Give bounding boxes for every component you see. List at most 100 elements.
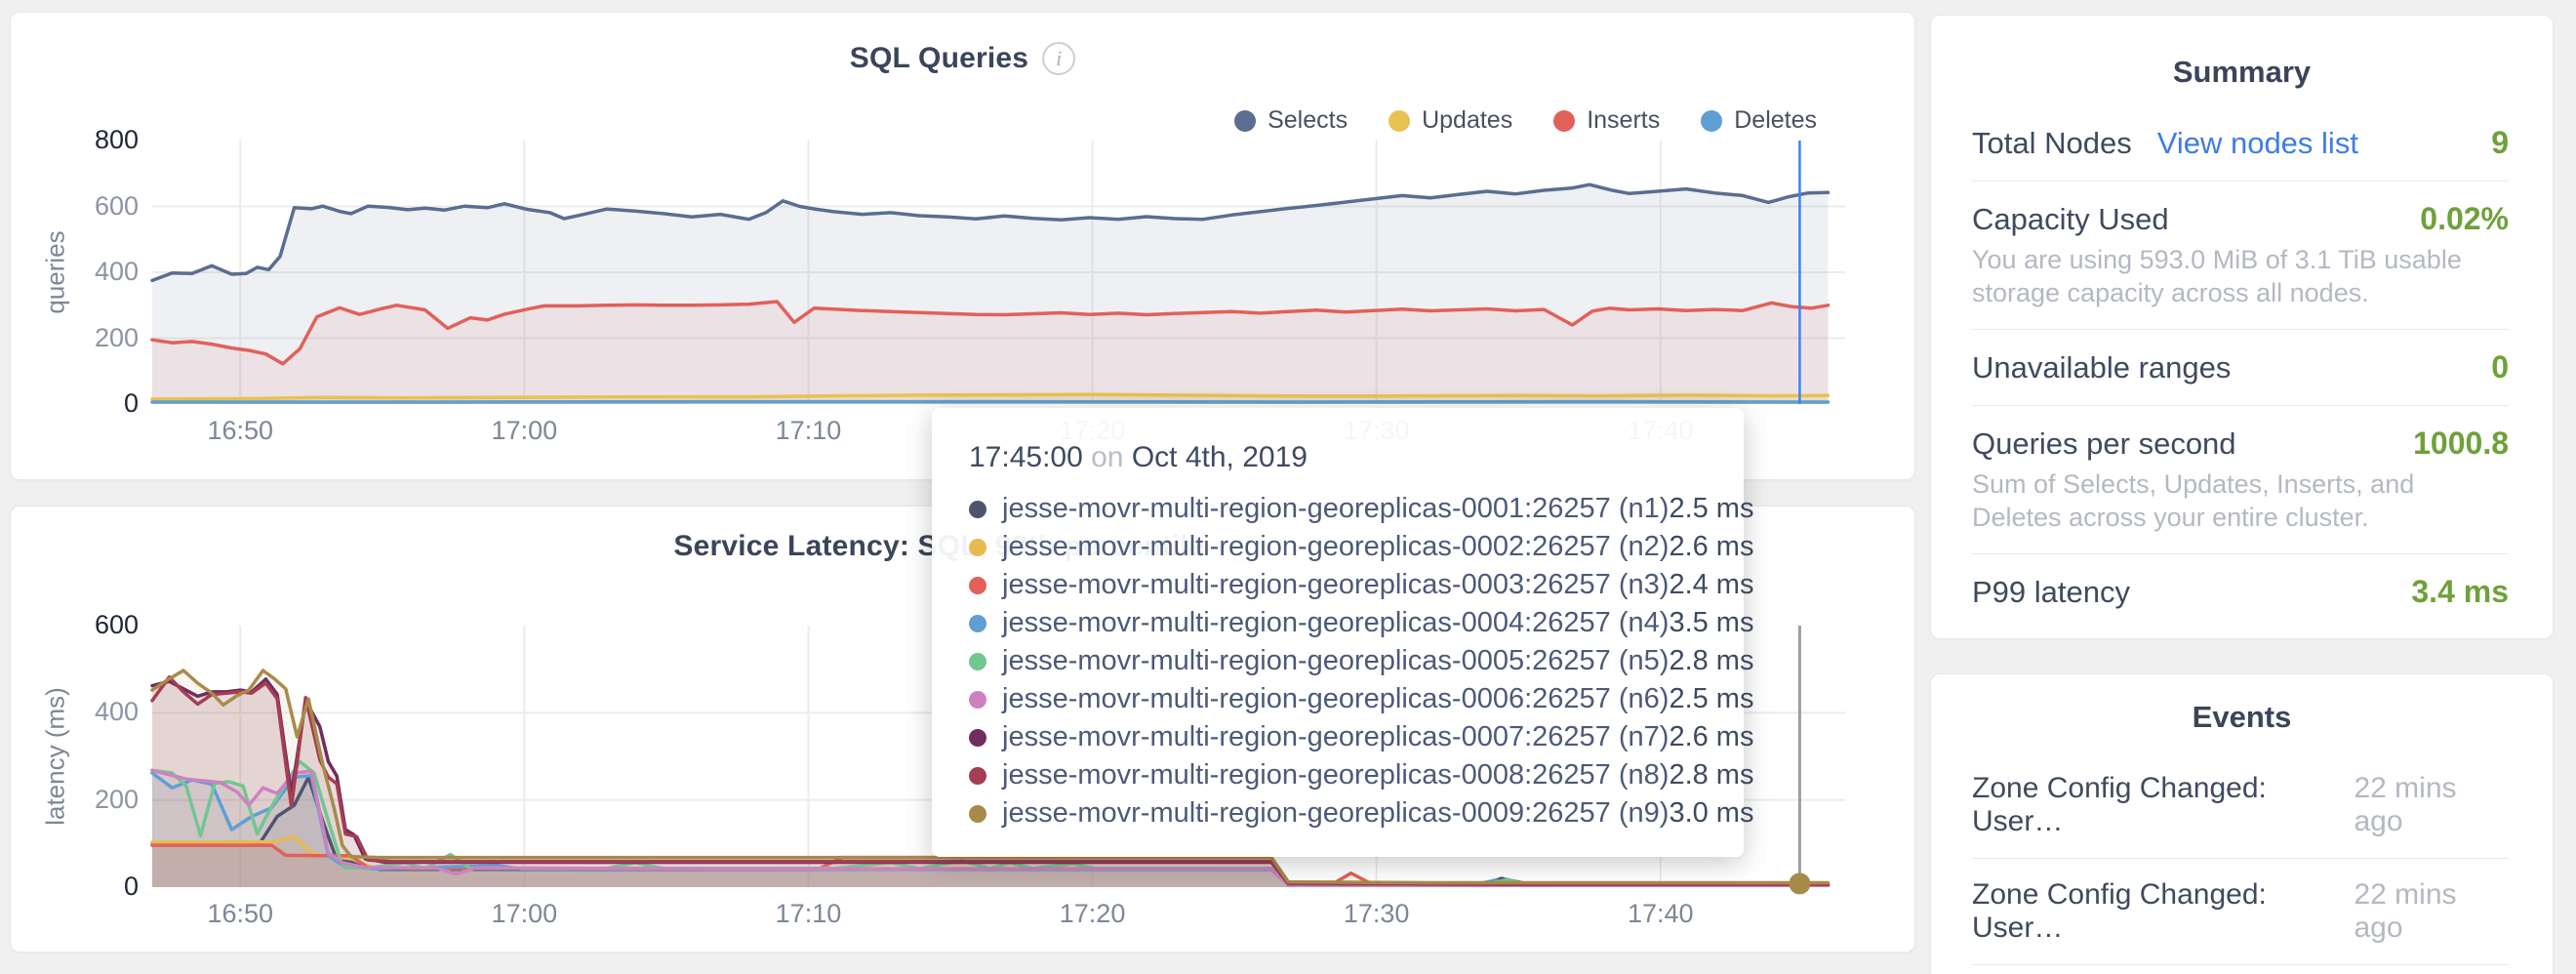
legend-label: Deletes bbox=[1734, 106, 1817, 135]
node-color-dot bbox=[969, 691, 986, 709]
node-name: jesse-movr-multi-region-georeplicas-0001… bbox=[1002, 493, 1669, 525]
sql-chart-legend: Selects Updates Inserts Deletes bbox=[1234, 106, 1817, 135]
node-color-dot bbox=[969, 767, 986, 785]
sql-queries-chart-plot[interactable] bbox=[152, 141, 1845, 404]
x-axis-tick-label: 17:30 bbox=[1308, 899, 1445, 929]
summary-rows: Total Nodes View nodes list 9 Capacity Used… bbox=[1931, 105, 2553, 629]
legend-dot bbox=[1234, 110, 1256, 132]
event-row[interactable]: Zone Config Changed: User…22 mins ago bbox=[1972, 965, 2509, 974]
hover-point-marker bbox=[1789, 873, 1810, 894]
node-latency-value: 2.8 ms bbox=[1669, 645, 1753, 677]
chart-hover-tooltip: 17:45:00 on Oct 4th, 2019 jesse-movr-mul… bbox=[932, 408, 1744, 857]
node-name: jesse-movr-multi-region-georeplicas-0006… bbox=[1002, 683, 1669, 715]
node-color-dot bbox=[969, 501, 986, 518]
legend-item-selects[interactable]: Selects bbox=[1234, 106, 1348, 135]
legend-dot bbox=[1553, 110, 1575, 132]
view-nodes-list-link[interactable]: View nodes list bbox=[2157, 126, 2358, 161]
summary-row-line: Total Nodes View nodes list 9 bbox=[1972, 125, 2509, 161]
summary-label: P99 latency bbox=[1972, 575, 2130, 610]
node-color-dot bbox=[969, 615, 986, 632]
summary-label: Queries per second bbox=[1972, 426, 2236, 462]
node-name: jesse-movr-multi-region-georeplicas-0008… bbox=[1002, 759, 1669, 791]
tooltip-on: on bbox=[1091, 441, 1132, 473]
node-latency-value: 2.5 ms bbox=[1669, 683, 1753, 715]
tooltip-node-row: jesse-movr-multi-region-georeplicas-0008… bbox=[969, 756, 1707, 794]
summary-row-line: Unavailable ranges0 bbox=[1972, 349, 2509, 386]
summary-row-line: Capacity Used 0.02% bbox=[1972, 201, 2509, 237]
node-name: jesse-movr-multi-region-georeplicas-0005… bbox=[1002, 645, 1669, 677]
node-latency-value: 2.6 ms bbox=[1669, 721, 1753, 753]
events-panel: Events Zone Config Changed: User…22 mins… bbox=[1930, 673, 2554, 974]
node-color-dot bbox=[969, 577, 986, 594]
legend-label: Inserts bbox=[1587, 106, 1660, 135]
tooltip-node-row: jesse-movr-multi-region-georeplicas-0009… bbox=[969, 794, 1707, 832]
tooltip-date: Oct 4th, 2019 bbox=[1132, 441, 1308, 473]
summary-label: Capacity Used bbox=[1972, 202, 2169, 237]
node-latency-value: 2.6 ms bbox=[1669, 531, 1753, 563]
y-axis-tick-label: 200 bbox=[51, 785, 139, 815]
node-name: jesse-movr-multi-region-georeplicas-0002… bbox=[1002, 531, 1669, 563]
y-axis-tick-label: 800 bbox=[51, 125, 139, 155]
summary-label: Total Nodes bbox=[1972, 126, 2132, 161]
summary-value: 0.02% bbox=[2420, 201, 2509, 237]
node-latency-value: 3.0 ms bbox=[1669, 797, 1753, 830]
summary-row: Unavailable ranges0 bbox=[1972, 330, 2509, 406]
legend-label: Selects bbox=[1268, 106, 1348, 135]
y-axis-tick-label: 200 bbox=[51, 323, 139, 353]
x-axis-tick-label: 17:40 bbox=[1592, 899, 1729, 929]
x-axis-tick-label: 17:10 bbox=[740, 899, 876, 929]
y-axis-tick-label: 600 bbox=[51, 191, 139, 222]
x-axis-tick-label: 17:20 bbox=[1025, 899, 1161, 929]
summary-value: 1000.8 bbox=[2413, 426, 2509, 462]
tooltip-node-row: jesse-movr-multi-region-georeplicas-0001… bbox=[969, 490, 1707, 528]
x-axis-tick-label: 17:00 bbox=[456, 899, 592, 929]
x-axis-tick-label: 17:00 bbox=[456, 416, 592, 446]
summary-title: Summary bbox=[1931, 55, 2553, 90]
events-rows: Zone Config Changed: User…22 mins agoZon… bbox=[1931, 752, 2553, 974]
event-time: 22 mins ago bbox=[2354, 772, 2509, 838]
y-axis-tick-label: 400 bbox=[51, 697, 139, 727]
event-row[interactable]: Zone Config Changed: User…22 mins ago bbox=[1972, 859, 2509, 965]
node-name: jesse-movr-multi-region-georeplicas-0007… bbox=[1002, 721, 1669, 753]
summary-value: 9 bbox=[2491, 125, 2509, 161]
node-latency-value: 2.4 ms bbox=[1669, 569, 1753, 601]
sql-chart-title: SQL Queries bbox=[850, 42, 1028, 75]
summary-subtext: You are using 593.0 MiB of 3.1 TiB usabl… bbox=[1972, 243, 2509, 309]
node-latency-value: 3.5 ms bbox=[1669, 607, 1753, 639]
node-name: jesse-movr-multi-region-georeplicas-0004… bbox=[1002, 607, 1669, 639]
summary-row: Queries per second1000.8Sum of Selects, … bbox=[1972, 406, 2509, 554]
tooltip-header: 17:45:00 on Oct 4th, 2019 bbox=[969, 441, 1707, 474]
legend-label: Updates bbox=[1422, 106, 1512, 135]
summary-row-line: Queries per second 1000.8 bbox=[1972, 426, 2509, 462]
node-latency-value: 2.8 ms bbox=[1669, 759, 1753, 791]
node-latency-value: 2.5 ms bbox=[1669, 493, 1753, 525]
summary-row: Capacity Used 0.02% You are using 593.0 Mi… bbox=[1972, 182, 2509, 330]
node-name: jesse-movr-multi-region-georeplicas-0003… bbox=[1002, 569, 1669, 601]
legend-item-deletes[interactable]: Deletes bbox=[1701, 106, 1817, 135]
event-row[interactable]: Zone Config Changed: User…22 mins ago bbox=[1972, 752, 2509, 859]
y-axis-tick-label: 0 bbox=[51, 872, 139, 902]
legend-item-updates[interactable]: Updates bbox=[1389, 106, 1512, 135]
x-axis-tick-label: 16:50 bbox=[172, 899, 308, 929]
tooltip-time: 17:45:00 bbox=[969, 441, 1083, 473]
event-label: Zone Config Changed: User… bbox=[1972, 878, 2354, 945]
legend-item-inserts[interactable]: Inserts bbox=[1553, 106, 1660, 135]
node-color-dot bbox=[969, 805, 986, 823]
tooltip-node-row: jesse-movr-multi-region-georeplicas-0002… bbox=[969, 528, 1707, 566]
info-icon[interactable]: i bbox=[1042, 42, 1075, 75]
x-axis-tick-label: 16:50 bbox=[172, 416, 308, 446]
y-axis-tick-label: 400 bbox=[51, 257, 139, 287]
tooltip-node-row: jesse-movr-multi-region-georeplicas-0005… bbox=[969, 642, 1707, 680]
legend-dot bbox=[1701, 110, 1722, 132]
cluster-overview-page: SQL Queries i Selects Updates Inserts Delet… bbox=[0, 0, 2576, 974]
tooltip-node-row: jesse-movr-multi-region-georeplicas-0007… bbox=[969, 718, 1707, 756]
node-color-dot bbox=[969, 729, 986, 747]
summary-panel: Summary Total Nodes View nodes list 9 Capac… bbox=[1930, 15, 2554, 639]
events-title: Events bbox=[1931, 700, 2553, 735]
tooltip-node-row: jesse-movr-multi-region-georeplicas-0004… bbox=[969, 604, 1707, 642]
node-color-dot bbox=[969, 539, 986, 556]
event-label: Zone Config Changed: User… bbox=[1972, 772, 2354, 838]
node-color-dot bbox=[969, 653, 986, 670]
sql-chart-title-row: SQL Queries i bbox=[11, 42, 1914, 75]
summary-row: P99 latency3.4 ms bbox=[1972, 554, 2509, 629]
